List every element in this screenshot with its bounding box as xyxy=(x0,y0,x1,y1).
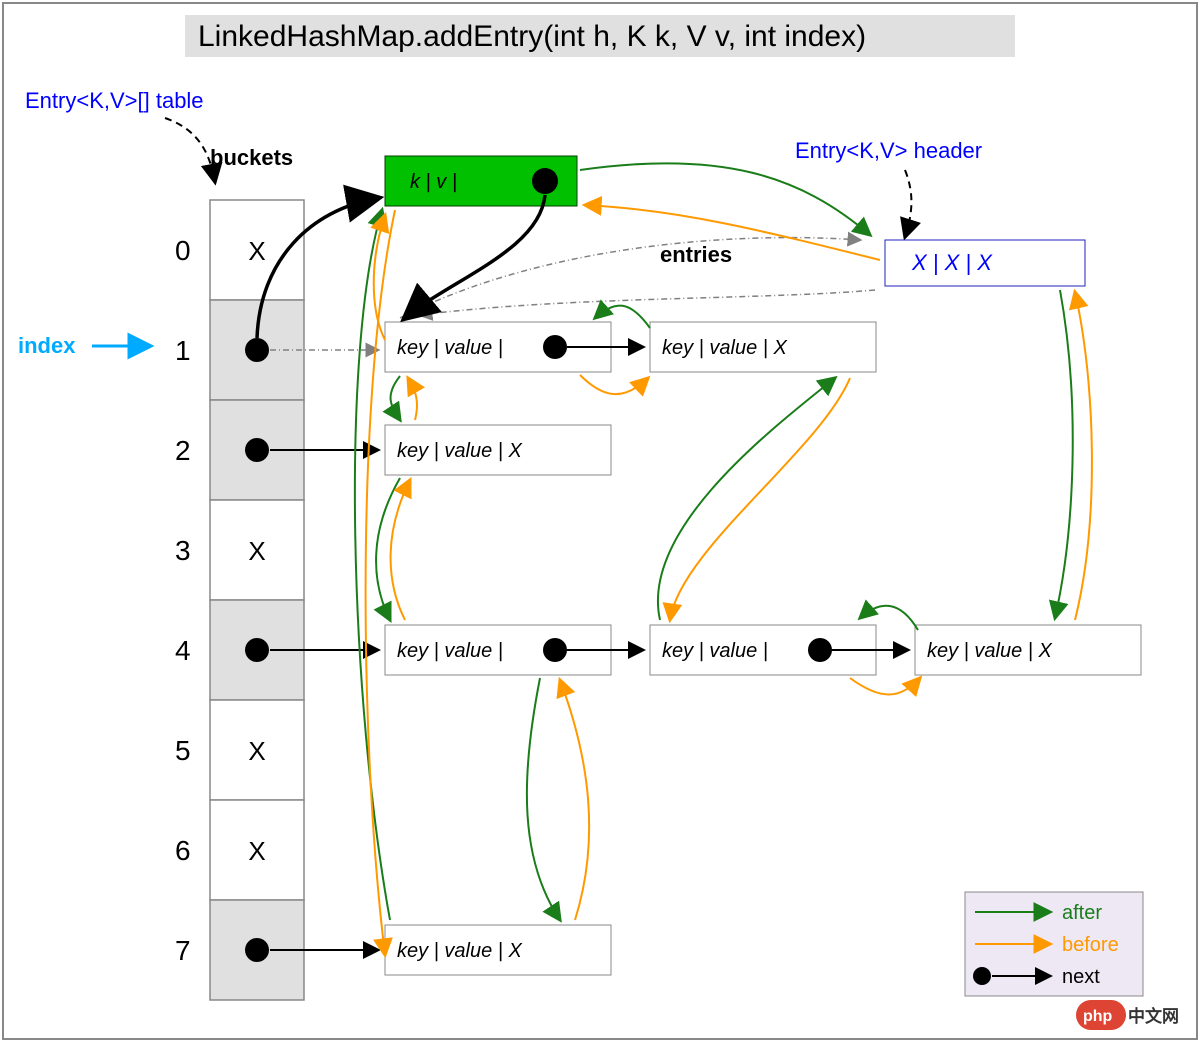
next-new-1a xyxy=(405,195,545,318)
bucket-index-4: 4 xyxy=(175,635,191,666)
bucket-content-3: X xyxy=(248,536,265,566)
bucket-dot-2 xyxy=(245,438,269,462)
before-1b-4b xyxy=(670,378,850,620)
entry-7a-text: key | value | X xyxy=(397,940,523,962)
bucket-dot-1 xyxy=(245,338,269,362)
after-header-4c xyxy=(1055,290,1073,618)
table-pointer-arrow xyxy=(165,118,215,182)
new-entry-next-dot xyxy=(532,168,558,194)
before-2a-1a xyxy=(408,378,417,420)
entry-4a-text: key | value | xyxy=(397,640,503,662)
legend-next-text: next xyxy=(1062,966,1100,988)
watermark: php php中文网 中文网 xyxy=(1076,1000,1179,1030)
before-header-new xyxy=(585,205,880,260)
bucket-index-2: 2 xyxy=(175,435,191,466)
buckets-label: buckets xyxy=(210,145,293,170)
bucket-index-5: 5 xyxy=(175,735,191,766)
before-7a-4a xyxy=(560,680,589,920)
legend-next-dot xyxy=(973,967,991,985)
entry-4b-text: key | value | xyxy=(662,640,768,662)
table-type-label: Entry<K,V>[] table xyxy=(25,88,204,113)
bucket-index-3: 3 xyxy=(175,535,191,566)
entries-label: entries xyxy=(660,242,732,267)
after-1a-2a xyxy=(391,376,400,420)
header-pointer-arrow xyxy=(905,170,911,237)
bucket-content-5: X xyxy=(248,736,265,766)
bucket-dot-4 xyxy=(245,638,269,662)
gray-old-before xyxy=(420,290,875,315)
legend-before-text: before xyxy=(1062,934,1119,956)
bucket-dot-7 xyxy=(245,938,269,962)
diagram-title: LinkedHashMap.addEntry(int h, K k, V v, … xyxy=(198,20,866,53)
entry-2a-text: key | value | X xyxy=(397,440,523,462)
bucket-index-7: 7 xyxy=(175,935,191,966)
bucket-column: 0 X 1 2 3 X 4 5 X 6 X 7 xyxy=(175,200,304,1000)
svg-text:中文网: 中文网 xyxy=(1128,1006,1179,1026)
before-1a-1b xyxy=(580,375,648,394)
index-label: index xyxy=(18,333,76,358)
entry-1a-text: key | value | xyxy=(397,337,503,359)
entry-4a-dot xyxy=(543,638,567,662)
entry-4c-text: key | value | X xyxy=(927,640,1053,662)
bucket-index-6: 6 xyxy=(175,835,191,866)
before-4c-header xyxy=(1075,292,1092,620)
new-entry-text: k | v | xyxy=(410,171,457,193)
bucket-content-6: X xyxy=(248,836,265,866)
diagram-border xyxy=(3,3,1197,1039)
svg-text:php: php xyxy=(1083,1008,1113,1025)
before-4b-4c xyxy=(850,678,920,695)
header-type-label: Entry<K,V> header xyxy=(795,138,982,163)
diagram-svg: LinkedHashMap.addEntry(int h, K k, V v, … xyxy=(0,0,1200,1042)
bucket-index-0: 0 xyxy=(175,235,191,266)
entry-1a-dot xyxy=(543,335,567,359)
before-4a-2a xyxy=(391,480,410,620)
header-entry-text: X | X | X xyxy=(911,250,993,275)
entry-4b-dot xyxy=(808,638,832,662)
bucket-content-0: X xyxy=(248,236,265,266)
bucket-index-1: 1 xyxy=(175,335,191,366)
after-4a-7a xyxy=(527,678,560,920)
entry-1b-text: key | value | X xyxy=(662,337,788,359)
legend-after-text: after xyxy=(1062,902,1102,924)
